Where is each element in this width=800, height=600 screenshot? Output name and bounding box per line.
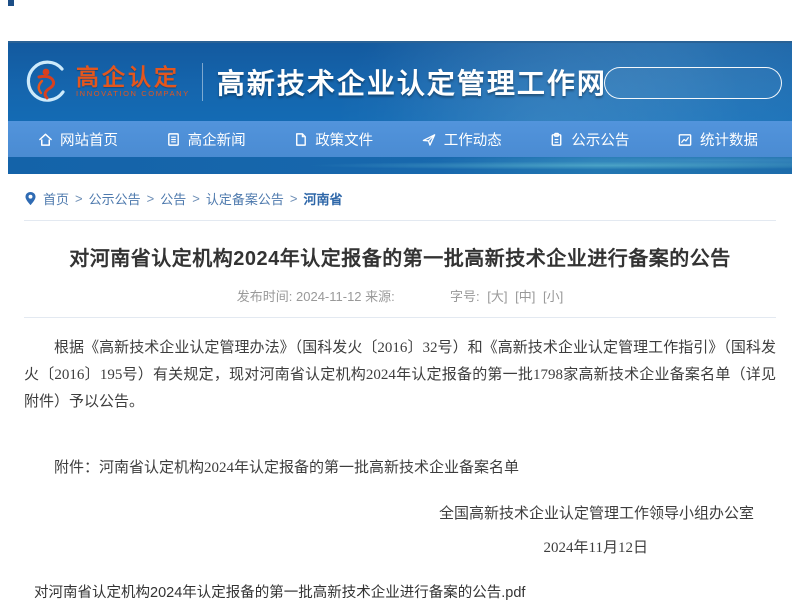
nav-item-announcements[interactable]: 公示公告 [549,129,629,150]
site-title: 高新技术企业认定管理工作网 [217,62,607,102]
nav-label: 统计数据 [700,129,758,150]
page: 高企认定 INNOVATION COMPANY 高新技术企业认定管理工作网 [0,0,800,600]
fontsize-medium-button[interactable]: [中] [515,289,535,304]
nav-label: 公示公告 [571,129,629,150]
signature-date: 2024年11月12日 [24,536,776,557]
signature-organization: 全国高新技术企业认定管理工作领导小组办公室 [24,502,776,523]
site-header: 高企认定 INNOVATION COMPANY 高新技术企业认定管理工作网 [8,41,792,121]
breadcrumb-current-henan[interactable]: 河南省 [303,189,342,208]
breadcrumb-separator: > [192,191,200,206]
news-icon [166,132,181,147]
meta-divider [24,317,776,318]
paper-plane-icon [421,132,437,147]
article-meta: 发布时间: 2024-11-12 来源: 字号: [大] [中] [小] [24,286,776,305]
logo-text: 高企认定 INNOVATION COMPANY [76,65,190,99]
fontsize-small-button[interactable]: [小] [543,289,563,304]
breadcrumb-announcements[interactable]: 公示公告 [89,189,141,208]
breadcrumb-separator: > [75,191,83,206]
source-label: 来源: [365,289,395,304]
article-body: 根据《高新技术企业认定管理办法》（国科发火〔2016〕32号）和《高新技术企业认… [24,335,776,557]
attachment-reference-line: 附件：河南省认定机构2024年认定报备的第一批高新技术企业备案名单 [24,456,776,480]
breadcrumb-divider [24,220,776,221]
search-input[interactable] [605,68,800,98]
nav-item-statistics[interactable]: 统计数据 [677,129,758,150]
location-pin-icon [24,191,37,206]
nav-item-policy[interactable]: 政策文件 [293,129,373,150]
home-icon [38,132,53,147]
article-paragraph: 根据《高新技术企业认定管理办法》（国科发火〔2016〕32号）和《高新技术企业认… [24,335,776,416]
nav-item-work[interactable]: 工作动态 [421,129,502,150]
breadcrumb-separator: > [147,191,155,206]
logo-title-en: INNOVATION COMPANY [76,89,190,99]
nav-item-news[interactable]: 高企新闻 [166,129,246,150]
nav-item-home[interactable]: 网站首页 [38,129,118,150]
main-nav: 网站首页 高企新闻 政策文件 [8,121,792,157]
policy-doc-icon [293,132,308,147]
fontsize-label: 字号: [450,289,480,304]
search-box [604,67,782,99]
logo-title-cn: 高企认定 [76,65,190,89]
main-content: 首页 > 公示公告 > 公告 > 认定备案公告 > 河南省 对河南省认定机构20… [8,174,792,600]
nav-label: 政策文件 [315,129,373,150]
nav-label: 工作动态 [444,129,502,150]
breadcrumb-notice[interactable]: 公告 [160,189,186,208]
publish-time-label: 发布时间: [237,289,293,304]
nav-label: 网站首页 [60,129,118,150]
logo-figure-icon [22,59,68,105]
attachment-pdf-link[interactable]: 对河南省认定机构2024年认定报备的第一批高新技术企业进行备案的公告.pdf [24,581,776,600]
banner-strip [8,157,792,174]
fontsize-large-button[interactable]: [大] [487,289,507,304]
breadcrumb-home[interactable]: 首页 [43,189,69,208]
publish-time-value: 2024-11-12 [296,289,362,304]
site-logo[interactable]: 高企认定 INNOVATION COMPANY [22,59,190,105]
breadcrumb-record-notice[interactable]: 认定备案公告 [206,189,284,208]
header-divider [202,63,203,101]
site-container: 高企认定 INNOVATION COMPANY 高新技术企业认定管理工作网 [8,0,792,600]
article-title: 对河南省认定机构2024年认定报备的第一批高新技术企业进行备案的公告 [24,242,776,271]
chart-icon [677,132,693,147]
nav-label: 高企新闻 [188,129,246,150]
breadcrumb: 首页 > 公示公告 > 公告 > 认定备案公告 > 河南省 [24,174,776,208]
breadcrumb-separator: > [290,191,298,206]
clipboard-icon [549,132,564,147]
